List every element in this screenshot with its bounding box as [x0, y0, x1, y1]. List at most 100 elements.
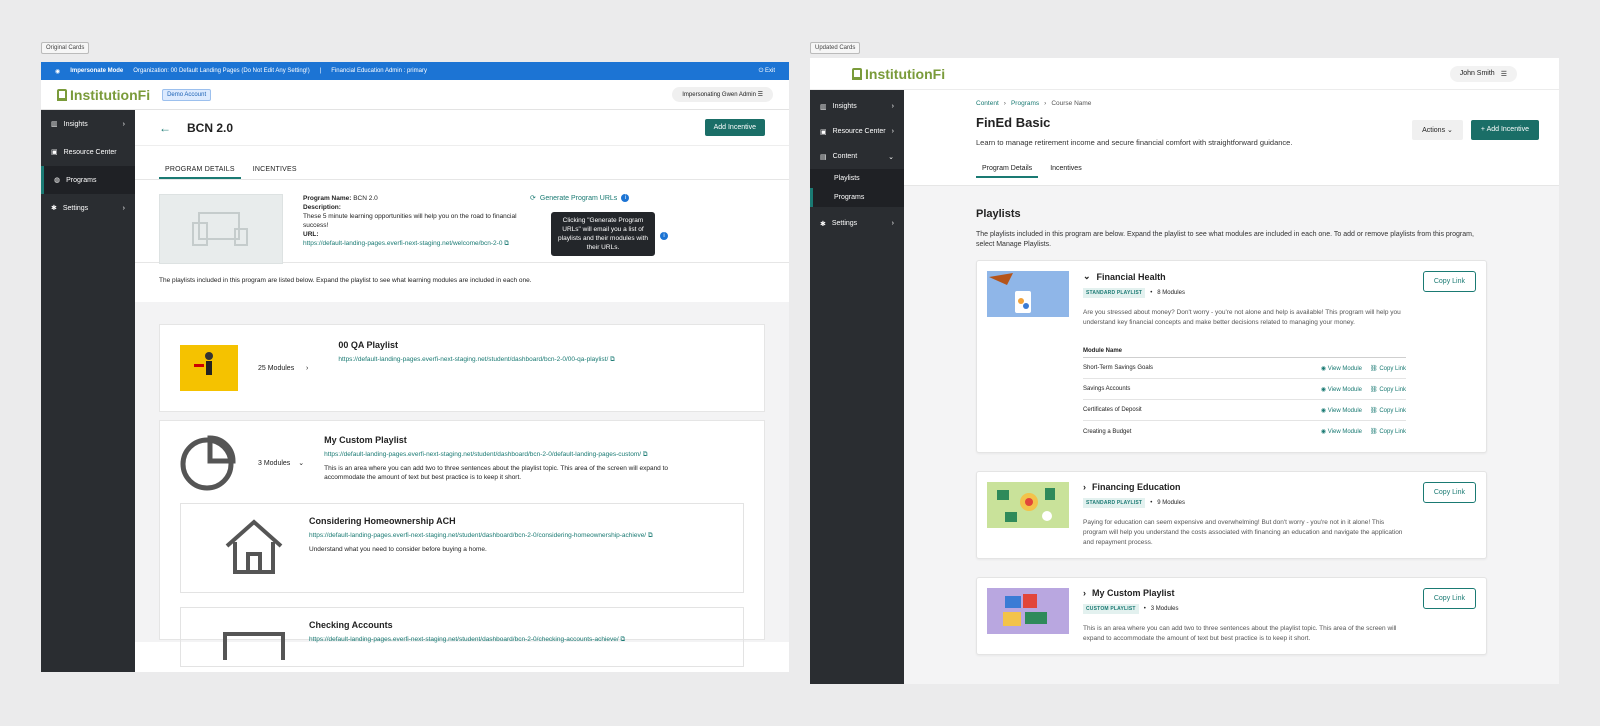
sidebar-label: Insights [832, 103, 857, 110]
playlist-badge: STANDARD PLAYLIST [1083, 498, 1146, 508]
playlist-title: Financial Health [1096, 271, 1166, 282]
sidebar-item-resource-center[interactable]: ▣ Resource Center [41, 138, 135, 166]
playlist-card: › Financing Education STANDARD PLAYLIST • 9… [976, 471, 1487, 559]
mask-icon: ◉ [55, 68, 61, 75]
breadcrumb-programs[interactable]: Programs [1011, 100, 1039, 107]
add-incentive-button[interactable]: + Add Incentive [1470, 120, 1539, 140]
role-text: Financial Education Admin : primary [331, 68, 427, 74]
sidebar-label: Settings [831, 220, 858, 227]
module-url[interactable]: https://default-landing-pages.everfi-nex… [309, 636, 625, 644]
add-incentive-button[interactable]: Add Incentive [704, 119, 765, 136]
module-url-text: https://default-landing-pages.everfi-nex… [309, 532, 647, 539]
module-table: Module Name Short-Term Savings Goals ◉ Vi… [1083, 344, 1406, 442]
module-url[interactable]: https://default-landing-pages.everfi-nex… [309, 532, 653, 540]
chevron-right-icon: › [306, 364, 309, 372]
logo-mark-icon [57, 88, 67, 101]
sidebar-item-playlists[interactable]: Playlists [810, 169, 904, 188]
exit-button[interactable]: ⏻ Exit [759, 68, 775, 75]
copy-link-button[interactable]: Copy Link [1422, 588, 1476, 609]
tab-program-details[interactable]: PROGRAM DETAILS [159, 162, 241, 179]
updated-cards-label: Updated Cards [810, 42, 861, 54]
chevron-down-icon[interactable]: ⌄ [1083, 271, 1091, 282]
tab-incentives[interactable]: Incentives [1044, 161, 1088, 178]
playlist-title: My Custom Playlist [324, 435, 407, 445]
sidebar-item-programs[interactable]: ◍ Programs [41, 166, 135, 194]
chevron-down-icon: ⌄ [1447, 127, 1453, 134]
module-table-header: Module Name [1083, 344, 1406, 358]
section-description: The playlists included in this program a… [976, 231, 1474, 248]
copy-link-button[interactable]: Copy Link [1422, 271, 1476, 292]
money-jar-image [987, 271, 1069, 317]
logo-mark-icon [852, 67, 862, 80]
devices-icon [192, 212, 248, 246]
sidebar-item-insights[interactable]: ▥ Insights › [41, 110, 135, 138]
view-module-link[interactable]: ◉ View Module [1321, 428, 1362, 435]
actions-button[interactable]: Actions ⌄ [1412, 120, 1463, 140]
playlist-title: Financing Education [1092, 482, 1181, 492]
book-icon: ▤ [820, 153, 827, 161]
playlist-card: ⌄ Financial Health STANDARD PLAYLIST • 8 Mo… [976, 260, 1487, 453]
impersonating-user-menu[interactable]: Impersonating Gwen Admin ☰ [672, 87, 773, 102]
copy-link-link[interactable]: ⛓ Copy Link [1370, 428, 1406, 435]
sidebar-item-content[interactable]: ▤ Content ⌄ [810, 144, 904, 169]
logo: InstitutionFi [57, 87, 150, 103]
copy-link-link[interactable]: ⛓ Copy Link [1370, 407, 1406, 414]
view-module-link[interactable]: ◉ View Module [1321, 365, 1362, 372]
info-icon[interactable]: i [621, 194, 630, 202]
breadcrumb-content[interactable]: Content [976, 100, 999, 107]
copy-icon[interactable]: ⧉ [648, 532, 653, 539]
program-url[interactable]: https://default-landing-pages.everfi-nex… [303, 239, 521, 248]
chevron-right-icon[interactable]: › [1083, 482, 1086, 492]
copy-link-link[interactable]: ⛓ Copy Link [1370, 386, 1406, 393]
copy-icon[interactable]: ⧉ [504, 240, 509, 247]
original-cards-label: Original Cards [41, 42, 90, 54]
actions-label: Actions [1422, 127, 1446, 134]
pie-chart-icon [180, 435, 236, 491]
table-row: Savings Accounts ◉ View Module ⛓ Copy Link [1083, 379, 1406, 400]
module-count: 3 Modules [258, 459, 291, 467]
module-name: Savings Accounts [1083, 386, 1131, 392]
back-arrow-icon[interactable]: ← [159, 121, 171, 135]
copy-link-link[interactable]: ⛓ Copy Link [1370, 365, 1406, 372]
copy-icon[interactable]: ⧉ [620, 636, 625, 643]
table-row: Creating a Budget ◉ View Module ⛓ Copy Lin… [1083, 421, 1406, 442]
generate-urls-button[interactable]: ⟳ Generate Program URLs i [530, 194, 630, 202]
modules-toggle[interactable]: 25 Modules › [258, 365, 308, 372]
sidebar-item-insights[interactable]: ▥ Insights › [810, 94, 904, 119]
sidebar-label: Programs [66, 176, 97, 184]
logo-text: InstitutionFi [70, 86, 151, 103]
url-label: URL: [303, 231, 319, 238]
logo: InstitutionFi [852, 66, 945, 82]
section-title: Playlists [976, 208, 1021, 220]
sidebar: ▥ Insights › ▣ Resource Center › ▤ Content ⌄ P… [810, 90, 904, 684]
playlist-url[interactable]: https://default-landing-pages.everfi-nex… [338, 356, 614, 364]
tab-program-details[interactable]: Program Details [976, 161, 1039, 178]
sidebar-item-settings[interactable]: ✱ Settings › [41, 194, 135, 222]
user-menu[interactable]: John Smith ☰ [1449, 65, 1517, 82]
sidebar-label: Content [832, 153, 858, 160]
modules-toggle[interactable]: 3 Modules ⌄ [258, 435, 304, 491]
globe-icon: ◍ [54, 177, 61, 184]
sidebar-item-settings[interactable]: ✱ Settings › [810, 211, 904, 236]
sidebar-item-programs[interactable]: Programs [810, 188, 904, 207]
chevron-right-icon: › [891, 220, 894, 227]
info-icon[interactable]: i [660, 232, 668, 240]
chevron-right-icon[interactable]: › [1083, 588, 1086, 598]
view-module-link[interactable]: ◉ View Module [1321, 407, 1362, 414]
copy-icon[interactable]: ⧉ [610, 356, 615, 363]
impersonate-bar: ◉ Impersonate Mode Organization: 00 Defa… [41, 62, 789, 80]
table-row: Short-Term Savings Goals ◉ View Module ⛓ C… [1083, 358, 1406, 379]
copy-icon[interactable]: ⧉ [643, 451, 648, 458]
copy-link-button[interactable]: Copy Link [1422, 482, 1476, 503]
house-icon [225, 519, 283, 574]
playlist-url[interactable]: https://default-landing-pages.everfi-nex… [324, 451, 704, 459]
view-module-link[interactable]: ◉ View Module [1321, 386, 1362, 393]
module-name: Certificates of Deposit [1083, 407, 1142, 413]
tab-incentives[interactable]: INCENTIVES [247, 162, 303, 179]
sidebar-item-resource-center[interactable]: ▣ Resource Center › [810, 119, 904, 144]
figure-icon [194, 352, 213, 375]
sidebar-label: Settings [62, 204, 89, 212]
card-icon [223, 632, 285, 660]
playlist-card: 3 Modules ⌄ My Custom Playlist https://de… [159, 420, 765, 667]
playlist-badge: STANDARD PLAYLIST [1083, 288, 1146, 298]
